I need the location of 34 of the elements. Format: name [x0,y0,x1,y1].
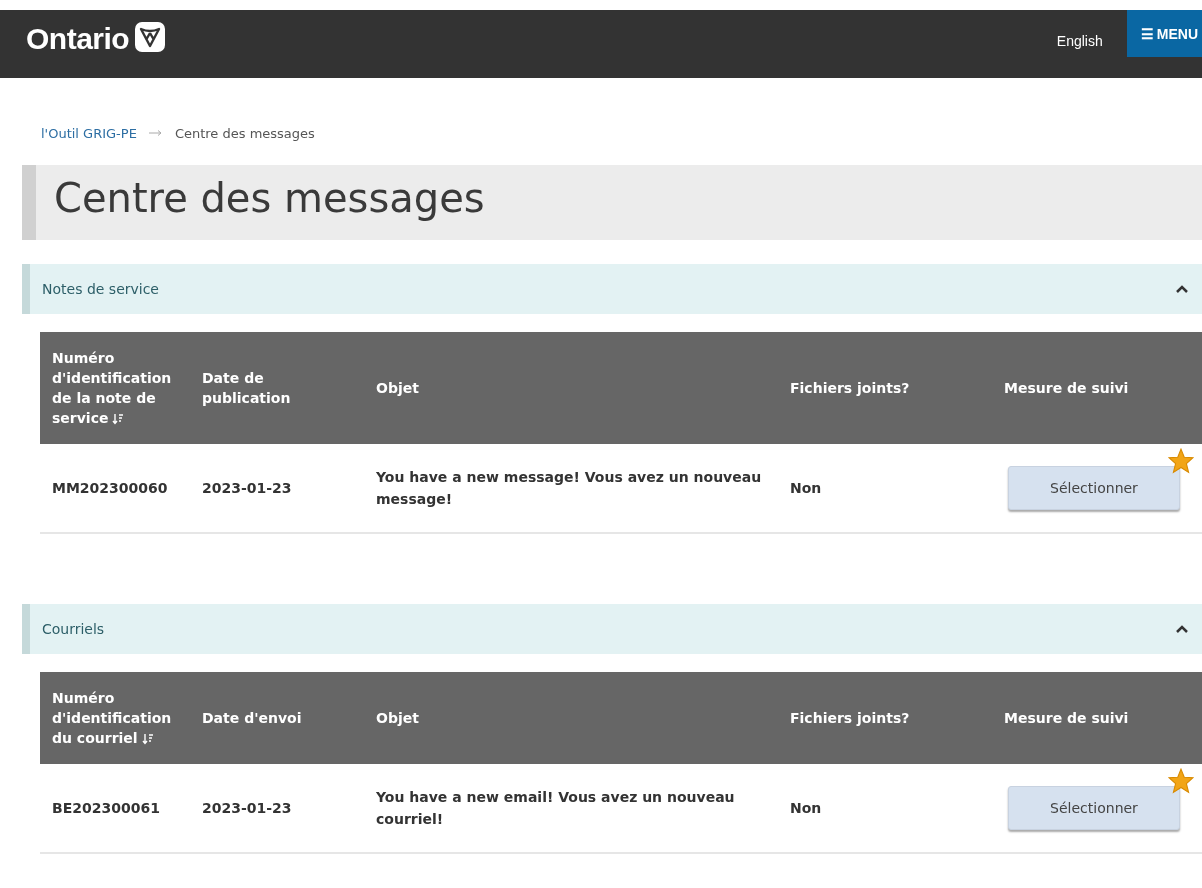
column-header[interactable]: Objet [364,672,778,764]
ontario-logo[interactable]: Ontario [26,22,130,56]
section-header[interactable]: Notes de service [22,264,1202,314]
table-cell: 2023-01-23 [190,764,364,853]
select-button[interactable]: Sélectionner [1008,786,1180,830]
sort-icon[interactable] [141,733,154,745]
section-title: Notes de service [42,281,159,297]
select-button[interactable]: Sélectionner [1008,466,1180,510]
section-header[interactable]: Courriels [22,604,1202,654]
column-header[interactable]: Objet [364,332,778,444]
table-cell: BE202300061 [40,764,190,853]
column-header[interactable]: Mesure de suivi [992,672,1202,764]
column-header[interactable]: Fichiers joints? [778,332,992,444]
column-header[interactable]: Numéro d'identification du courriel [40,672,190,764]
column-header[interactable]: Mesure de suivi [992,332,1202,444]
table-cell: You have a new email! Vous avez un nouveau courriel! [364,764,778,853]
menu-button[interactable]: ☰ MENU [1126,10,1202,57]
section-title: Courriels [42,621,105,637]
column-header[interactable]: Numéro d'identification de la note de service [40,332,190,444]
breadcrumb-link[interactable]: l'Outil GRIG-PE [41,125,137,141]
language-link[interactable]: English [1056,33,1103,49]
breadcrumb-arrow-icon [148,130,163,136]
column-header[interactable]: Date d'envoi [190,672,364,764]
table-cell: Non [778,444,992,533]
sort-icon[interactable] [112,413,125,425]
page-title: Centre des messages [22,165,1202,240]
column-header[interactable]: Fichiers joints? [778,672,992,764]
table-cell: 2023-01-23 [190,444,364,533]
table-cell: MM202300060 [40,444,190,533]
column-header[interactable]: Date de publication [190,332,364,444]
table-cell: Non [778,764,992,853]
trillium-icon [135,22,166,52]
breadcrumb-current: Centre des messages [174,125,315,141]
table-cell: You have a new message! Vous avez un nouveau message! [364,444,778,533]
